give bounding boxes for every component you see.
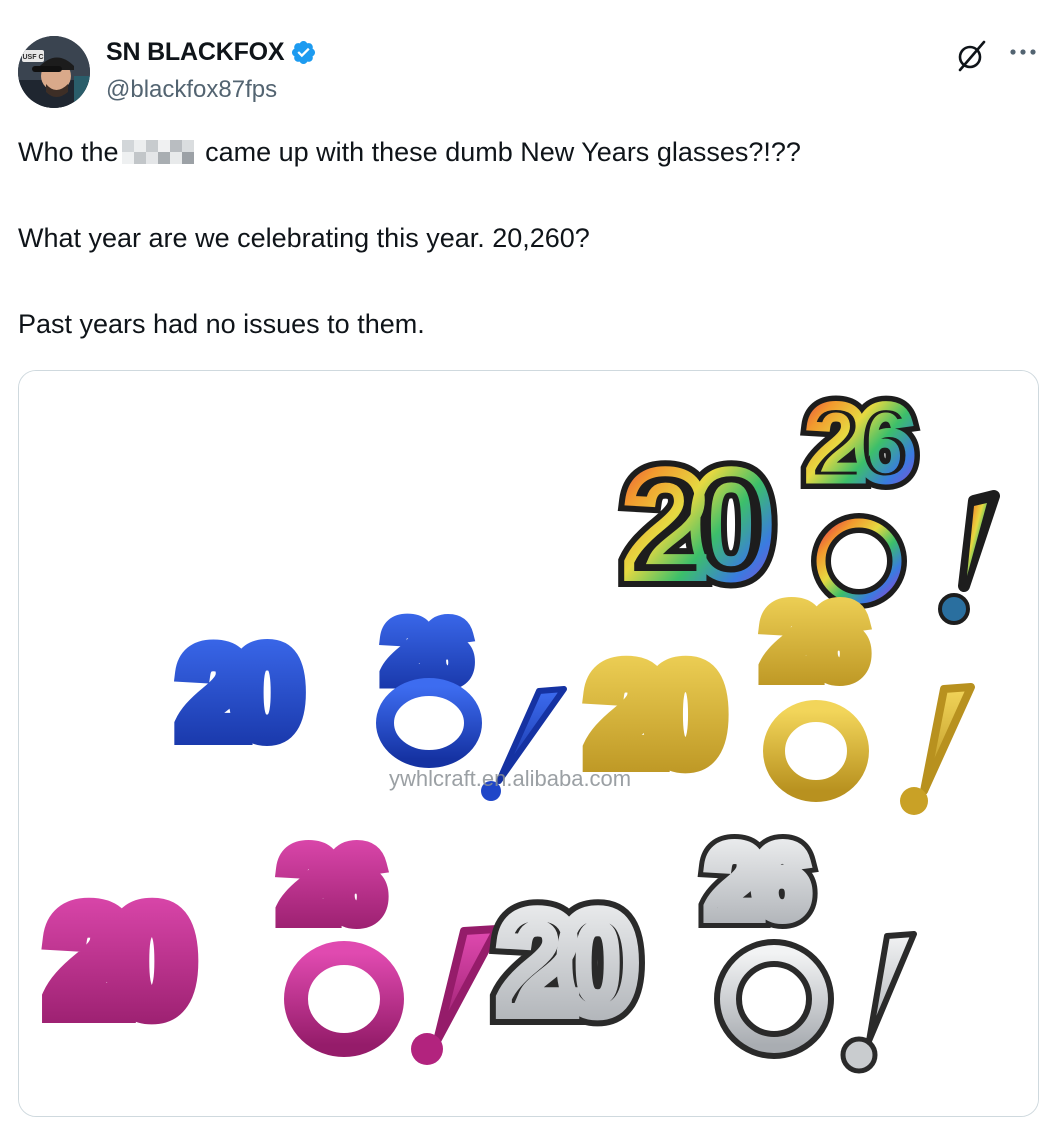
author-display-name[interactable]: SN BLACKFOX	[106, 38, 285, 67]
avatar-cap-text: USF C	[23, 54, 44, 61]
tweet-line-3: Past years had no issues to them.	[18, 309, 425, 339]
author-handle[interactable]: @blackfox87fps	[106, 76, 277, 104]
media-watermark: ywhlcraft.en.alibaba.com	[389, 766, 631, 791]
svg-text:26: 26	[764, 586, 863, 698]
grok-icon	[958, 40, 986, 72]
svg-text:26: 26	[807, 385, 910, 502]
user-avatar-icon: USF C	[18, 36, 90, 108]
more-options-button[interactable]	[1003, 37, 1043, 67]
tweet-media-image[interactable]: 20 20 26 26 20 26 20 26 ywhlcraft.en.ali…	[18, 370, 1039, 1117]
svg-text:20: 20	[499, 884, 632, 1041]
svg-text:20: 20	[179, 624, 298, 763]
tweet-text: Who the came up with these dumb New Year…	[18, 135, 1038, 341]
verified-badge-icon	[290, 39, 317, 66]
author-avatar[interactable]: USF C	[18, 36, 90, 108]
more-horizontal-icon	[1010, 49, 1036, 55]
author-name-row[interactable]: SN BLACKFOX	[106, 38, 317, 67]
censored-word-blur	[121, 140, 194, 164]
tweet-line-1-end: came up with these dumb New Years glasse…	[197, 137, 801, 167]
tweet-line-2: What year are we celebrating this year. …	[18, 223, 590, 253]
grok-button[interactable]	[953, 37, 989, 73]
svg-text:20: 20	[49, 880, 187, 1042]
svg-text:26: 26	[707, 826, 806, 938]
tweet-line-1: Who the came up with these dumb New Year…	[18, 135, 1038, 169]
tweet-line-1-start: Who the	[18, 137, 119, 167]
novelty-glasses-photo: 20 20 26 26 20 26 20 26 ywhlcraft.en.ali…	[19, 371, 1038, 1116]
svg-text:26: 26	[281, 829, 380, 941]
svg-text:20: 20	[624, 440, 767, 608]
